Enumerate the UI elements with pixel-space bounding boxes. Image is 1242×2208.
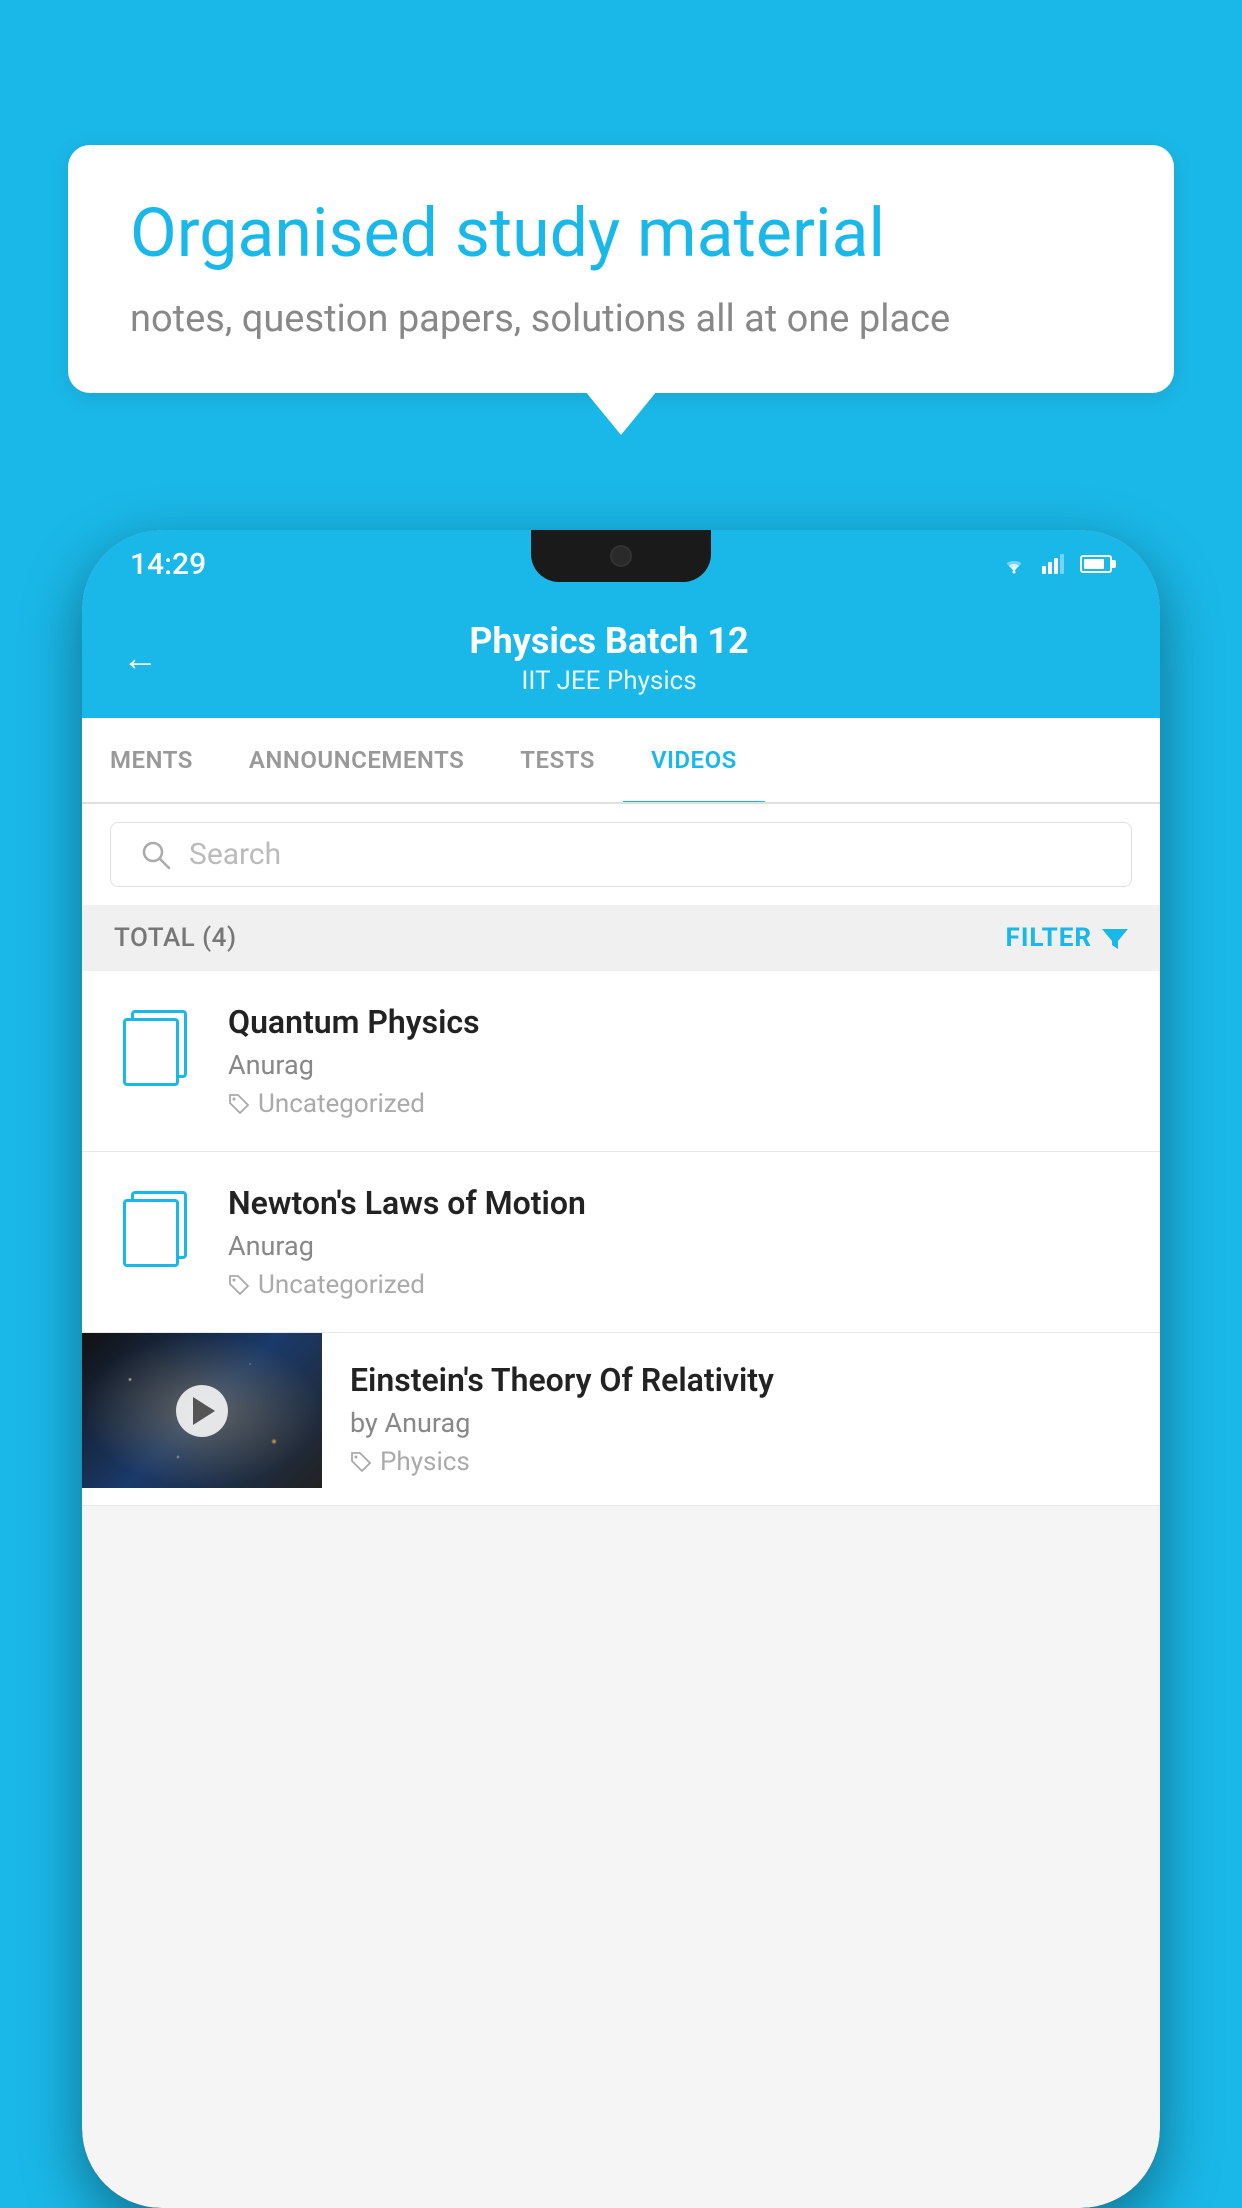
video-title: Newton's Laws of Motion <box>228 1184 1132 1222</box>
speech-bubble: Organised study material notes, question… <box>68 145 1174 393</box>
phone-screen: 14:29 <box>82 530 1160 2208</box>
play-triangle-icon <box>193 1397 215 1425</box>
file-icon <box>123 1191 187 1267</box>
status-time: 14:29 <box>130 547 206 582</box>
play-button[interactable] <box>176 1385 228 1437</box>
front-camera <box>610 545 632 567</box>
video-tag: Uncategorized <box>228 1089 1132 1119</box>
file-icon <box>123 1010 187 1086</box>
list-item[interactable]: Quantum Physics Anurag Uncategorized <box>82 971 1160 1152</box>
tag-icon <box>350 1451 372 1473</box>
video-author: Anurag <box>228 1049 1132 1081</box>
search-bar-wrapper: Search <box>82 804 1160 905</box>
video-title: Quantum Physics <box>228 1003 1132 1041</box>
video-list: Quantum Physics Anurag Uncategorized <box>82 971 1160 1506</box>
battery-icon <box>1080 555 1112 573</box>
tabs-bar: MENTS ANNOUNCEMENTS TESTS VIDEOS <box>82 718 1160 804</box>
speech-bubble-title: Organised study material <box>130 193 1112 275</box>
list-item[interactable]: Einstein's Theory Of Relativity by Anura… <box>82 1333 1160 1506</box>
total-count: TOTAL (4) <box>114 923 237 953</box>
video-thumbnail <box>82 1333 322 1488</box>
app-header: ← Physics Batch 12 IIT JEE Physics <box>82 598 1160 718</box>
video-file-icon-wrapper <box>110 1184 200 1274</box>
tab-tests[interactable]: TESTS <box>492 718 623 802</box>
speech-bubble-wrapper: Organised study material notes, question… <box>68 145 1174 393</box>
header-title-section: Physics Batch 12 IIT JEE Physics <box>186 620 1032 696</box>
video-title: Einstein's Theory Of Relativity <box>350 1361 1132 1399</box>
video-file-icon-wrapper <box>110 1003 200 1093</box>
phone-frame: 14:29 <box>82 530 1160 2208</box>
file-icon-front <box>123 1199 179 1267</box>
tag-label: Uncategorized <box>258 1089 425 1119</box>
video-tag: Uncategorized <box>228 1270 1132 1300</box>
status-icons <box>1000 553 1112 575</box>
file-icon-front <box>123 1018 179 1086</box>
back-button[interactable]: ← <box>122 637 158 679</box>
batch-subtitle: IIT JEE Physics <box>186 666 1032 696</box>
speech-bubble-subtitle: notes, question papers, solutions all at… <box>130 297 1112 341</box>
video-author: by Anurag <box>350 1407 1132 1439</box>
search-bar[interactable]: Search <box>110 822 1132 887</box>
search-icon <box>139 838 173 872</box>
video-tag: Physics <box>350 1447 1132 1477</box>
batch-name: Physics Batch 12 <box>186 620 1032 662</box>
signal-icon <box>1042 554 1066 574</box>
tab-videos[interactable]: VIDEOS <box>623 718 765 802</box>
video-info: Einstein's Theory Of Relativity by Anura… <box>322 1333 1160 1505</box>
tag-label: Physics <box>380 1447 470 1477</box>
video-author: Anurag <box>228 1230 1132 1262</box>
tag-icon <box>228 1093 250 1115</box>
wifi-icon <box>1000 553 1028 575</box>
tab-announcements[interactable]: ANNOUNCEMENTS <box>221 718 492 802</box>
status-bar: 14:29 <box>82 530 1160 598</box>
search-placeholder: Search <box>189 837 281 872</box>
filter-button[interactable]: FILTER <box>1006 923 1128 953</box>
video-info: Newton's Laws of Motion Anurag Uncategor… <box>228 1184 1132 1300</box>
tag-label: Uncategorized <box>258 1270 425 1300</box>
tab-ments[interactable]: MENTS <box>82 718 221 802</box>
filter-icon <box>1102 925 1128 951</box>
tag-icon <box>228 1274 250 1296</box>
video-info: Quantum Physics Anurag Uncategorized <box>228 1003 1132 1119</box>
filter-row: TOTAL (4) FILTER <box>82 905 1160 971</box>
filter-label: FILTER <box>1006 923 1092 953</box>
list-item[interactable]: Newton's Laws of Motion Anurag Uncategor… <box>82 1152 1160 1333</box>
notch <box>531 530 711 582</box>
